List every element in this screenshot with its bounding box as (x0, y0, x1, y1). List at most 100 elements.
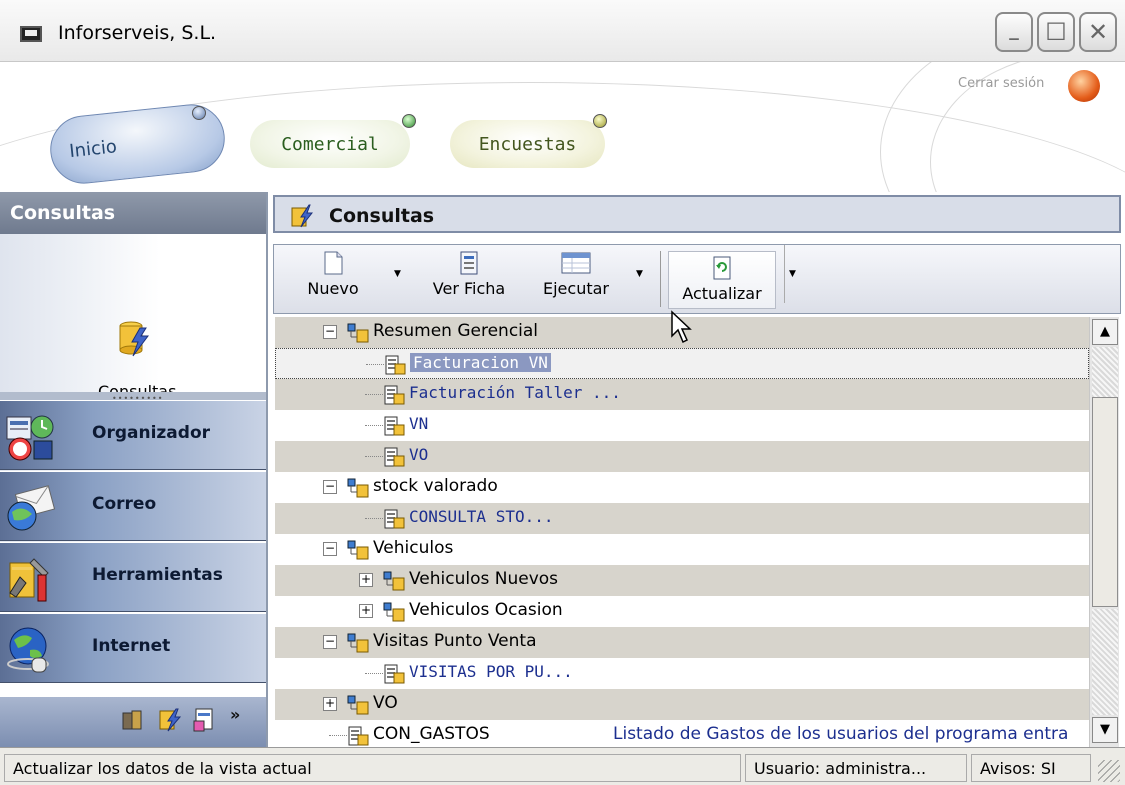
new-dropdown-icon[interactable]: ▼ (394, 269, 401, 279)
nav-herramientas-button[interactable]: Herramientas (0, 542, 266, 612)
refresh-button[interactable]: Actualizar (668, 251, 776, 309)
expand-icon[interactable]: + (323, 697, 337, 711)
sidebar: Consultas Consultas ▼ ••••••••• Organiza… (0, 192, 268, 747)
module-comercial-indicator (402, 114, 416, 128)
new-button-label: Nuevo (307, 279, 359, 298)
tree-query-row[interactable]: VN (275, 410, 1089, 441)
query-icon (383, 663, 405, 685)
tree-item-label: stock valorado (373, 476, 498, 496)
tree-query-row[interactable]: Facturación Taller ... (275, 379, 1089, 410)
resize-grip-icon[interactable] (1098, 760, 1120, 782)
queries-icon[interactable] (118, 320, 152, 358)
collapse-icon[interactable]: − (323, 542, 337, 556)
nav-label: Organizador (92, 423, 211, 443)
tree-folder-row[interactable]: + Vehiculos Nuevos (275, 565, 1089, 596)
window-title: Inforserveis, S.L. (58, 22, 217, 44)
reports-shortcut-icon[interactable] (192, 707, 216, 733)
status-user: Usuario: administra... (745, 754, 967, 782)
execute-button[interactable]: Ejecutar (536, 251, 616, 309)
content-header: Consultas (273, 195, 1121, 233)
execute-dropdown-icon[interactable]: ▼ (636, 269, 643, 279)
title-bar: Inforserveis, S.L. – ☐ ✕ (0, 0, 1125, 62)
collapse-icon[interactable]: − (323, 480, 337, 494)
tree-connector (366, 364, 384, 365)
folder-icon (347, 539, 369, 561)
tree-connector (365, 518, 383, 519)
tools-icon (9, 558, 49, 602)
expand-icon[interactable]: + (359, 604, 373, 618)
tree-query-row[interactable]: VO (275, 441, 1089, 472)
tree-item-label: Vehiculos (373, 538, 454, 558)
module-encuestas-indicator (593, 114, 607, 128)
tree-query-row[interactable]: CON_GASTOS Listado de Gastos de los usuar… (275, 720, 1089, 747)
tree-folder-row[interactable]: + VO (275, 689, 1089, 720)
tree-folder-row[interactable]: − Visitas Punto Venta (275, 627, 1089, 658)
tree-folder-row[interactable]: − stock valorado (275, 472, 1089, 503)
maximize-button[interactable]: ☐ (1037, 12, 1075, 52)
execute-label: Ejecutar (543, 279, 609, 298)
sidebar-shortcut-bar: » (0, 697, 266, 747)
tree-query-row[interactable]: Facturacion VN (275, 348, 1089, 379)
tree-connector (329, 735, 347, 736)
scroll-down-icon[interactable]: ▼ (1092, 717, 1118, 743)
close-button[interactable]: ✕ (1079, 12, 1117, 52)
tree-query-row[interactable]: CONSULTA STO... (275, 503, 1089, 534)
app-icon (20, 26, 42, 42)
nav-correo-button[interactable]: Correo (0, 471, 266, 541)
maximize-icon: ☐ (1045, 18, 1067, 46)
nav-organizador-button[interactable]: Organizador (0, 400, 266, 470)
collapse-icon[interactable]: − (323, 635, 337, 649)
nav-internet-button[interactable]: Internet (0, 613, 266, 683)
expand-icon[interactable]: + (359, 573, 373, 587)
query-icon (384, 354, 406, 376)
scroll-up-icon[interactable]: ▲ (1092, 319, 1118, 345)
tree-connector (365, 673, 383, 674)
nav-label: Correo (92, 494, 157, 514)
module-label: Comercial (281, 133, 379, 155)
more-buttons-icon[interactable]: » (230, 705, 240, 724)
new-button[interactable]: Nuevo (298, 251, 368, 309)
minimize-button[interactable]: – (995, 12, 1033, 52)
folder-icon (347, 322, 369, 344)
toolbar: Nuevo ▼ Ver Ficha Ejecutar ▼ Actualizar … (273, 244, 1121, 314)
module-label: Encuestas (478, 133, 577, 155)
refresh-dropdown-icon[interactable]: ▼ (784, 245, 796, 303)
query-icon (347, 725, 369, 747)
refresh-icon (713, 256, 731, 280)
folder-icon (347, 694, 369, 716)
tree-folder-row[interactable]: + Vehiculos Ocasion (275, 596, 1089, 627)
view-record-button[interactable]: Ver Ficha (424, 251, 514, 309)
module-comercial-button[interactable]: Comercial (250, 120, 410, 168)
tree-item-label: Vehiculos Ocasion (409, 600, 563, 620)
scroll-track[interactable] (1092, 347, 1118, 397)
queries-shortcut-icon[interactable] (158, 707, 182, 733)
folder-icon (383, 601, 405, 623)
content-title: Consultas (329, 205, 435, 227)
logout-link[interactable]: Cerrar sesión (958, 76, 1044, 91)
collapse-icon[interactable]: − (323, 325, 337, 339)
tree-folder-row[interactable]: − Vehiculos (275, 534, 1089, 565)
tree-item-label: CONSULTA STO... (409, 507, 554, 526)
new-document-icon (324, 251, 343, 275)
logout-icon[interactable] (1068, 70, 1100, 102)
sidebar-splitter[interactable]: ••••••••• (0, 392, 266, 403)
scroll-thumb[interactable] (1092, 397, 1118, 607)
module-encuestas-button[interactable]: Encuestas (450, 120, 605, 168)
tree-connector (365, 425, 383, 426)
close-icon: ✕ (1087, 18, 1109, 46)
queries-icon (291, 204, 313, 228)
organizer-icon (6, 415, 54, 461)
query-icon (383, 384, 405, 406)
database-tool-icon[interactable] (120, 707, 144, 733)
scroll-track[interactable] (1092, 609, 1118, 715)
tree-item-label: VISITAS POR PU... (409, 662, 573, 681)
tree-scrollbar[interactable]: ▲ ▼ (1089, 317, 1119, 747)
mouse-cursor-icon (671, 310, 692, 344)
tree-item-label: Vehiculos Nuevos (409, 569, 559, 589)
tree-query-row[interactable]: VISITAS POR PU... (275, 658, 1089, 689)
status-bar: Actualizar los datos de la vista actual … (0, 747, 1125, 785)
nav-label: Internet (92, 636, 171, 656)
tree-item-label: Facturacion VN (410, 353, 551, 372)
view-record-label: Ver Ficha (432, 279, 506, 298)
tree-item-label: VN (409, 414, 429, 433)
